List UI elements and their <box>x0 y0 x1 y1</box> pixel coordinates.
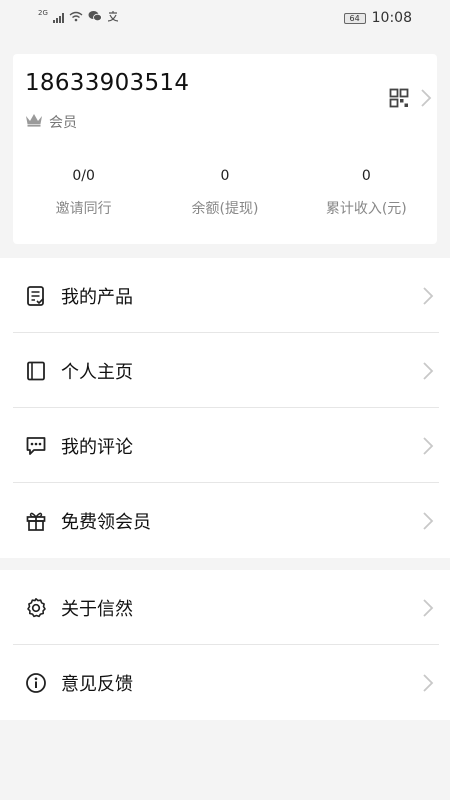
status-right: 64 10:08 <box>343 10 412 26</box>
gift-icon <box>24 509 48 533</box>
homepage-book-icon <box>24 359 48 383</box>
menu-label: 个人主页 <box>61 361 133 383</box>
wechat-icon <box>88 10 102 26</box>
wifi-icon <box>69 11 83 26</box>
battery-icon: 64 <box>343 12 366 24</box>
chevron-right-icon <box>421 436 435 456</box>
chevron-right-icon <box>421 511 435 531</box>
menu-item-feedback[interactable]: 意见反馈 <box>0 645 450 720</box>
settings-gear-icon <box>24 596 48 620</box>
chevron-right-icon <box>421 361 435 381</box>
stat-income[interactable]: 0 累计收入(元) <box>296 168 437 228</box>
phone-number: 18633903514 <box>25 70 190 96</box>
menu-group-secondary: 关于信然 意见反馈 <box>0 570 450 720</box>
menu-label: 意见反馈 <box>61 673 133 695</box>
product-list-icon <box>24 284 48 308</box>
text-app-icon <box>107 10 119 26</box>
menu-label: 我的评论 <box>61 436 133 458</box>
stat-label: 累计收入(元) <box>325 201 407 217</box>
profile-card[interactable]: 18633903514 会员 0/0 邀请同行 0 余额(提现) 0 累计收入(… <box>13 54 437 244</box>
member-badge: 会员 <box>25 112 77 132</box>
menu-item-homepage[interactable]: 个人主页 <box>0 333 450 408</box>
info-icon <box>24 671 48 695</box>
menu-item-free-membership[interactable]: 免费领会员 <box>0 483 450 558</box>
signal-icon <box>52 13 64 23</box>
chevron-right-icon[interactable] <box>419 88 433 108</box>
menu-label: 我的产品 <box>61 286 133 308</box>
crown-icon <box>25 113 43 131</box>
chevron-right-icon <box>421 673 435 693</box>
network-type: 2G <box>38 9 48 17</box>
menu-label: 关于信然 <box>61 598 133 620</box>
status-left: 2G <box>38 9 119 26</box>
chevron-right-icon <box>421 598 435 618</box>
menu-item-my-products[interactable]: 我的产品 <box>0 258 450 333</box>
stat-value: 0 <box>220 168 230 184</box>
menu-item-my-comments[interactable]: 我的评论 <box>0 408 450 483</box>
comment-icon <box>24 434 48 458</box>
menu-label: 免费领会员 <box>61 511 151 533</box>
stat-value: 0 <box>361 168 371 184</box>
stat-label: 邀请同行 <box>55 201 112 217</box>
member-label: 会员 <box>49 115 77 131</box>
stat-invite[interactable]: 0/0 邀请同行 <box>13 168 154 228</box>
chevron-right-icon <box>421 286 435 306</box>
status-bar: 2G 64 10:08 <box>0 0 450 36</box>
menu-item-about[interactable]: 关于信然 <box>0 570 450 645</box>
menu-group-main: 我的产品 个人主页 我的评论 免费领会员 <box>0 258 450 558</box>
clock: 10:08 <box>371 10 412 26</box>
stat-value: 0/0 <box>72 168 95 184</box>
stat-balance[interactable]: 0 余额(提现) <box>154 168 295 228</box>
stat-label: 余额(提现) <box>191 201 259 217</box>
qr-code-icon[interactable] <box>389 88 409 108</box>
stats-row: 0/0 邀请同行 0 余额(提现) 0 累计收入(元) <box>13 168 437 228</box>
